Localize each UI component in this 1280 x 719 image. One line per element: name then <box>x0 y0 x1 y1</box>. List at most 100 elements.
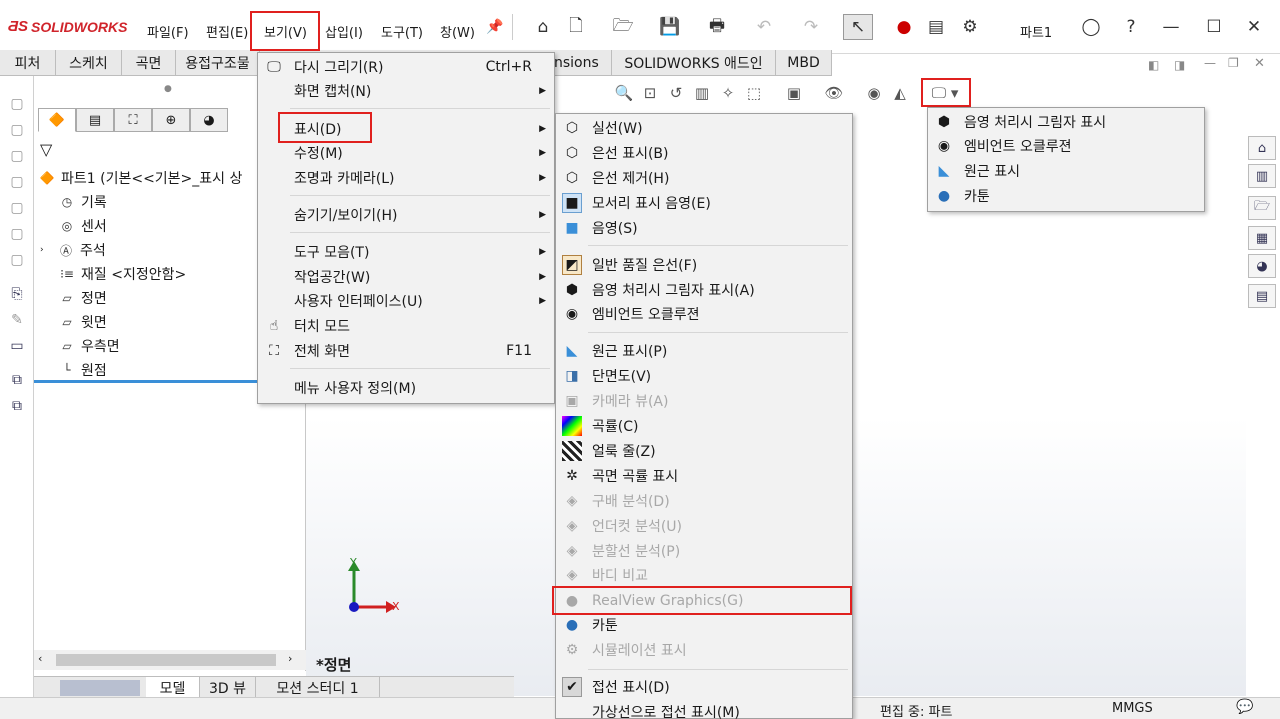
tree-item[interactable]: ◎ 센서 <box>58 216 107 236</box>
tab-model[interactable]: 모델 <box>146 677 200 699</box>
custom-properties-icon[interactable]: ▤ <box>1248 284 1276 308</box>
menu-item-shaded-with-edges[interactable]: ■ 모서리 표시 음영(E) <box>556 191 852 215</box>
doc-restore-icon[interactable]: ❐ <box>1228 56 1239 70</box>
file-explorer-icon[interactable]: 🗁 <box>1248 196 1276 220</box>
menu-item-touch-mode[interactable]: ☝ 터치 모드 <box>258 314 554 338</box>
print-icon[interactable]: 🖶 <box>704 14 730 40</box>
new-document-icon[interactable]: 🗋 <box>563 14 589 40</box>
strip-tool-icon[interactable]: ▢ <box>7 226 27 246</box>
maximize-icon[interactable]: ☐ <box>1201 14 1227 40</box>
home-icon[interactable]: ⌂ <box>530 14 556 40</box>
menu-item-full-screen[interactable]: ⛶ 전체 화면 F11 <box>258 339 554 363</box>
strip-tool-icon[interactable]: ✎ <box>7 312 27 332</box>
configuration-manager-tab-icon[interactable]: ⛶ <box>114 108 152 132</box>
menu-edit[interactable]: 편집(E) <box>206 22 248 41</box>
file-properties-icon[interactable]: ▤ <box>923 14 949 40</box>
menu-item-section-view[interactable]: ◨ 단면도(V) <box>556 364 852 388</box>
menu-item-lights-cameras[interactable]: 조명과 카메라(L) ▶ <box>258 166 554 190</box>
dropdown-item-cartoon[interactable]: ● 카툰 <box>928 184 1204 208</box>
user-account-icon[interactable]: ◯ <box>1078 14 1104 40</box>
tree-item[interactable]: └ 원점 <box>58 360 106 380</box>
scroll-left-icon[interactable]: ‹ <box>38 652 42 665</box>
expand-arrow-icon[interactable]: › <box>40 245 52 255</box>
tree-item[interactable]: ▱ 윗면 <box>58 312 106 332</box>
menu-tools[interactable]: 도구(T) <box>381 22 423 41</box>
traffic-light-icon[interactable]: ● <box>891 14 917 40</box>
strip-tool-icon[interactable]: ▢ <box>7 252 27 272</box>
save-icon[interactable]: 💾 <box>657 14 683 40</box>
menu-item-shadows-in-shaded[interactable]: ⬢ 음영 처리시 그림자 표시(A) <box>556 278 852 302</box>
tree-root[interactable]: 🔶 파트1 (기본<<기본>_표시 상 <box>38 168 243 188</box>
doc-minimize-icon[interactable]: — <box>1204 56 1216 70</box>
solidworks-logo[interactable]: ƋS SOLIDWORKS <box>8 18 127 35</box>
status-tooltip-icon[interactable]: 💬 <box>1236 699 1253 715</box>
menu-item-hidden-lines-removed[interactable]: ⬡ 은선 제거(H) <box>556 166 852 190</box>
pin-icon[interactable]: 📌 <box>482 14 508 40</box>
doc-close-icon[interactable]: ✕ <box>1254 56 1265 71</box>
close-icon[interactable]: ✕ <box>1241 14 1267 40</box>
options-gear-icon[interactable]: ⚙ <box>957 14 983 40</box>
strip-tool-icon[interactable]: ▢ <box>7 148 27 168</box>
dropdown-item-shadows[interactable]: ⬢ 음영 처리시 그림자 표시 <box>928 110 1204 134</box>
open-folder-icon[interactable]: 🗁 <box>610 14 636 40</box>
tab-3d-views[interactable]: 3D 뷰 <box>200 677 256 699</box>
zoom-area-icon[interactable]: ⊡ <box>638 84 662 106</box>
tab-weldments[interactable]: 용접구조물 <box>176 50 260 76</box>
panel-toggle-icon[interactable]: ◧ <box>1148 58 1159 72</box>
menu-item-modify[interactable]: 수정(M) ▶ <box>258 141 554 165</box>
select-pointer-icon[interactable]: ↖ <box>843 14 873 40</box>
property-manager-tab-icon[interactable]: ▤ <box>76 108 114 132</box>
undo-icon[interactable]: ↶ <box>751 14 777 40</box>
dimxpert-tab-icon[interactable]: ⊕ <box>152 108 190 132</box>
tree-item[interactable]: ◷ 기록 <box>58 192 107 212</box>
zoom-to-fit-icon[interactable]: 🔍 <box>612 84 636 106</box>
design-library-icon[interactable]: ▥ <box>1248 164 1276 188</box>
dropdown-item-ambient-occlusion[interactable]: ◉ 엠비언트 오클루젼 <box>928 134 1204 158</box>
menu-item-wireframe[interactable]: ⬡ 실선(W) <box>556 116 852 140</box>
menu-item-cartoon[interactable]: ● 카툰 <box>556 613 852 637</box>
menu-item-curvature[interactable]: 곡률(C) <box>556 414 852 438</box>
tree-item[interactable]: › Ⓐ 주석 <box>40 240 106 260</box>
panel-flip-icon[interactable]: ◨ <box>1174 58 1185 72</box>
menu-item-redraw[interactable]: 🖵 다시 그리기(R) Ctrl+R <box>258 55 554 79</box>
edit-appearance-icon[interactable]: ◉ <box>862 84 886 106</box>
tab-sketch[interactable]: 스케치 <box>56 50 122 76</box>
strip-tool-icon[interactable]: ▢ <box>7 122 27 142</box>
menu-item-ambient-occlusion[interactable]: ◉ 엠비언트 오클루젼 <box>556 302 852 326</box>
tree-item[interactable]: ▱ 정면 <box>58 288 106 308</box>
display-manager-tab-icon[interactable]: ◕ <box>190 108 228 132</box>
strip-tool-icon[interactable]: ⎘ <box>7 286 27 306</box>
menu-item-undercut-analysis[interactable]: ◈ 언더컷 분석(U) <box>556 514 852 538</box>
tree-item[interactable]: ▱ 우측면 <box>58 336 119 356</box>
help-icon[interactable]: ? <box>1118 14 1144 40</box>
strip-tool-icon[interactable]: ⧉ <box>7 372 27 392</box>
menu-item-draft-analysis[interactable]: ◈ 구배 분석(D) <box>556 489 852 513</box>
menu-item-simulation-display[interactable]: ⚙ 시뮬레이션 표시 <box>556 638 852 662</box>
menu-item-customize-menu[interactable]: 메뉴 사용자 정의(M) <box>258 376 554 400</box>
menu-item-perspective[interactable]: ◣ 원근 표시(P) <box>556 339 852 363</box>
redo-icon[interactable]: ↷ <box>798 14 824 40</box>
menu-file[interactable]: 파일(F) <box>147 22 189 41</box>
status-units[interactable]: MMGS <box>1112 701 1153 716</box>
menu-insert[interactable]: 삽입(I) <box>325 22 363 41</box>
menu-item-parting-line-analysis[interactable]: ◈ 분할선 분석(P) <box>556 539 852 563</box>
feature-manager-tab-icon[interactable]: 🔶 <box>38 108 76 132</box>
dynamic-annotation-icon[interactable]: ✧ <box>716 84 740 106</box>
display-style-icon[interactable]: ▣ <box>782 84 806 106</box>
scroll-right-icon[interactable]: › <box>288 652 292 665</box>
menu-item-hidden-lines-visible[interactable]: ⬡ 은선 표시(B) <box>556 141 852 165</box>
view-orientation-icon[interactable]: ⬚ <box>742 84 766 106</box>
menu-item-zebra-stripes[interactable]: 얼룩 줄(Z) <box>556 439 852 463</box>
dropdown-item-perspective[interactable]: ◣ 원근 표시 <box>928 159 1204 183</box>
menu-item-surface-curvature-combs[interactable]: ✲ 곡면 곡률 표시 <box>556 464 852 488</box>
tab-mbd[interactable]: MBD <box>776 50 832 76</box>
tab-features[interactable]: 피처 <box>0 50 56 76</box>
menu-item-draft-quality-hlr[interactable]: ◩ 일반 품질 은선(F) <box>556 253 852 277</box>
menu-item-tangent-edges-visible[interactable]: ✔ 접선 표시(D) <box>556 675 852 699</box>
menu-item-shaded[interactable]: ■ 음영(S) <box>556 216 852 240</box>
menu-item-screen-capture[interactable]: 화면 캡처(N) ▶ <box>258 79 554 103</box>
menu-item-compare-bodies[interactable]: ◈ 바디 비교 <box>556 563 852 587</box>
menu-item-hide-show[interactable]: 숨기기/보이기(H) ▶ <box>258 203 554 227</box>
menu-item-tangent-edges-phantom[interactable]: 가상선으로 접선 표시(M) <box>556 700 852 719</box>
strip-tool-icon[interactable]: ▭ <box>7 338 27 358</box>
